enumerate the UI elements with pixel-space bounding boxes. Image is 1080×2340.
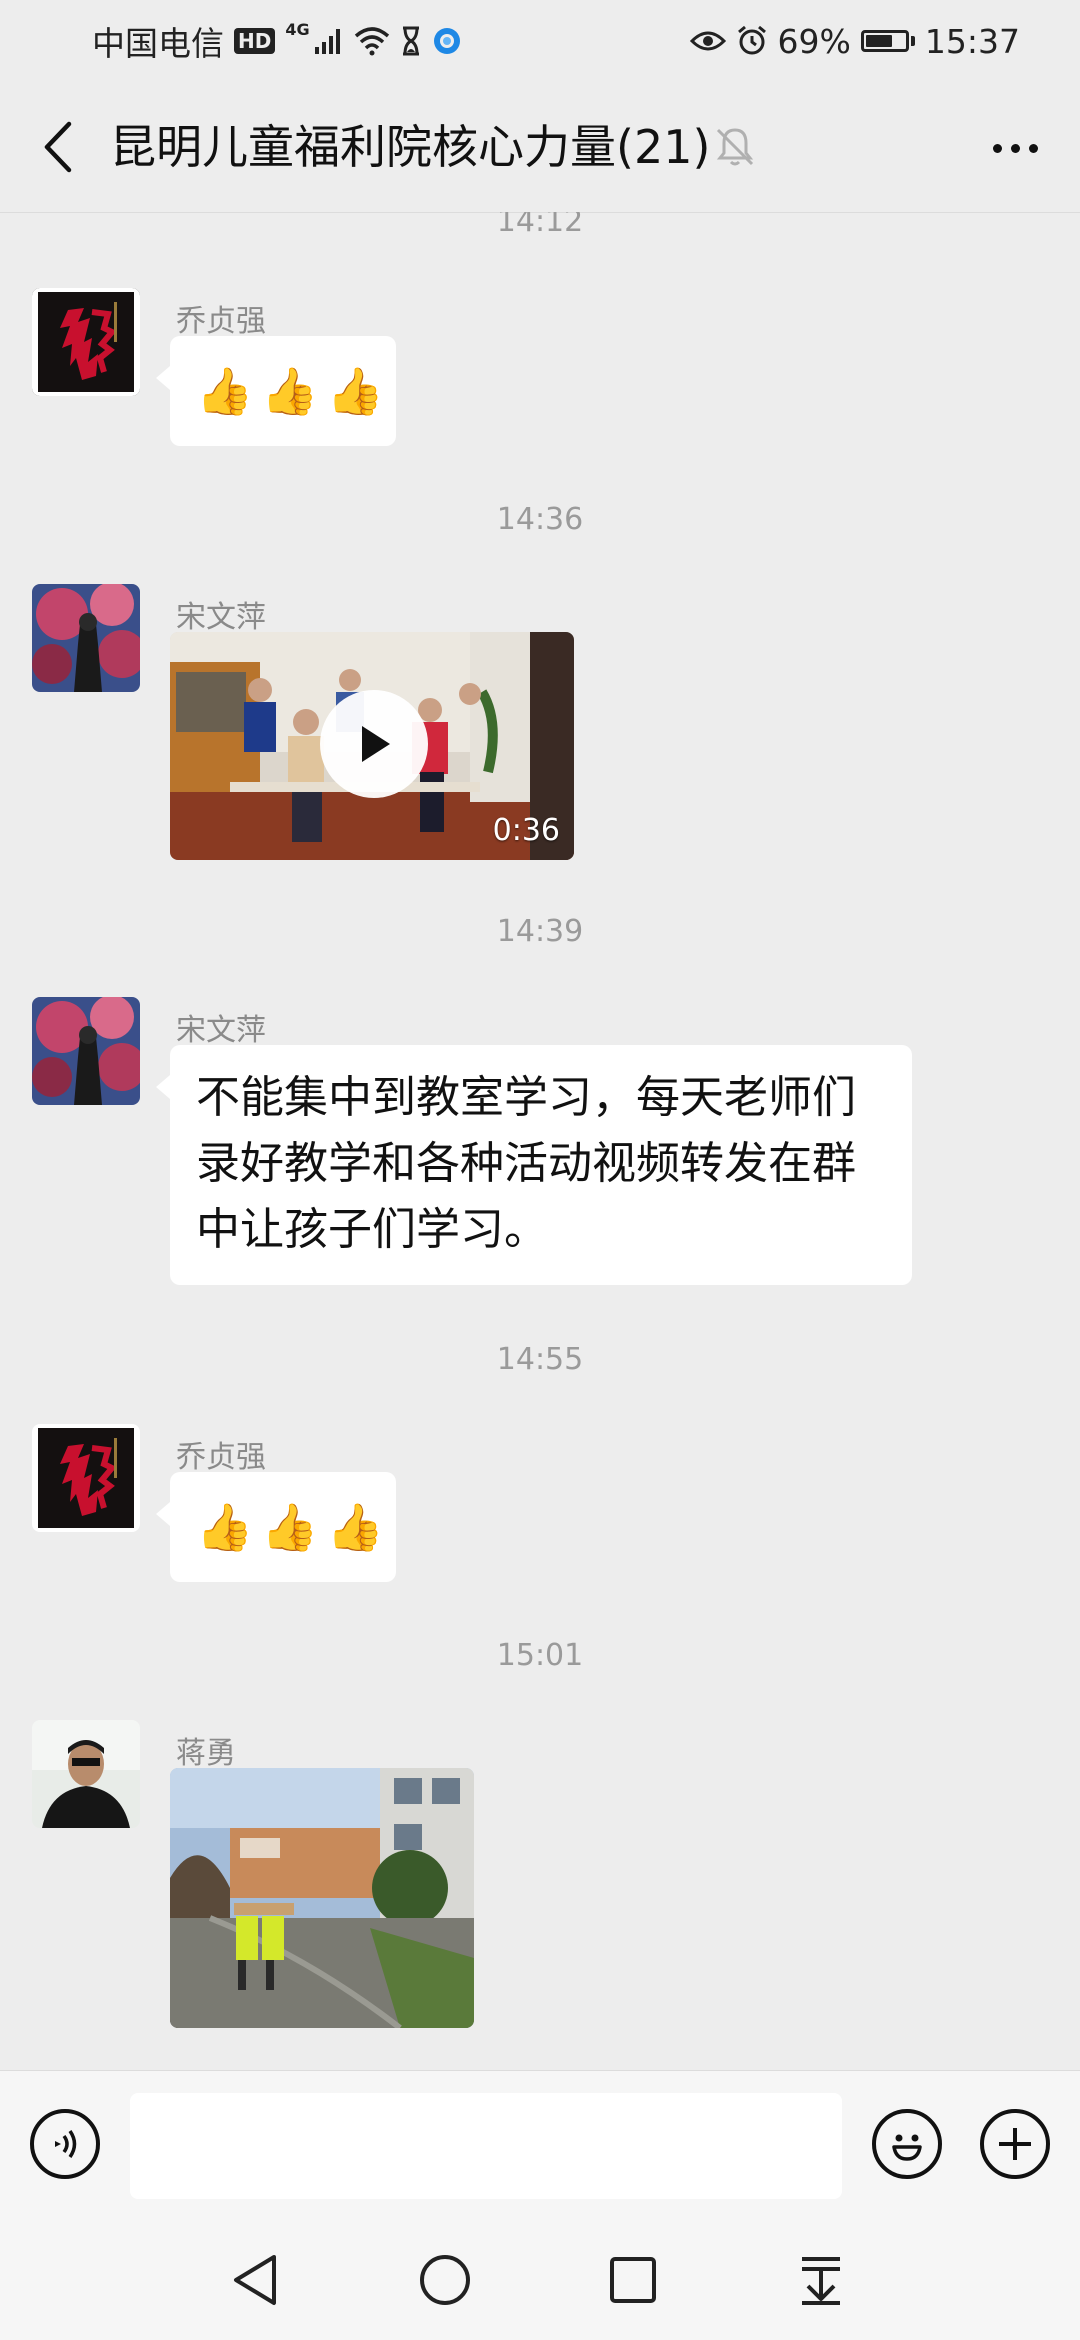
avatar[interactable] <box>32 997 140 1105</box>
bell-off-icon <box>712 124 758 170</box>
emoji-button[interactable] <box>872 2109 942 2179</box>
smiley-face-icon <box>892 2134 922 2161</box>
message-text-line: 不能集中到教室学习，每天老师们 <box>196 1072 856 1123</box>
chat-input-bar <box>0 2070 1080 2221</box>
status-left: 中国电信 HD 4G <box>92 18 462 64</box>
video-duration: 0:36 <box>492 813 560 848</box>
video-message[interactable]: 0:36 <box>170 632 574 860</box>
chat-title: 昆明儿童福利院核心力量(21) <box>110 120 711 174</box>
battery-percent: 69% <box>777 21 851 61</box>
avatar[interactable] <box>32 584 140 692</box>
wifi-icon <box>354 27 389 56</box>
avatar[interactable] <box>32 1720 140 1828</box>
pull-down-icon <box>802 2257 840 2305</box>
message-list[interactable]: 14:12 乔贞强 👍 👍 👍 14:36 宋文萍 0:36 14:39 宋文萍… <box>0 212 1080 2070</box>
emoji-message-bubble[interactable]: 👍 👍 👍 <box>156 336 396 446</box>
nav-recents-button[interactable] <box>598 2248 668 2312</box>
nav-home-button[interactable] <box>410 2248 480 2312</box>
timestamp: 14:55 <box>496 1342 584 1377</box>
play-button[interactable] <box>320 690 428 798</box>
alarm-icon <box>737 25 766 55</box>
emoji-message-bubble[interactable]: 👍 👍 👍 <box>156 1472 396 1582</box>
text-message-bubble[interactable]: 不能集中到教室学习，每天老师们 录好教学和各种活动视频转发在群 中让孩子们学习。 <box>156 1045 912 1285</box>
battery-icon <box>860 30 915 52</box>
thumbs-up-icon: 👍 <box>326 1499 384 1554</box>
more-options-button[interactable] <box>980 118 1050 178</box>
timestamp: 14:39 <box>496 914 584 949</box>
voice-input-icon <box>55 2130 77 2158</box>
add-circle-icon <box>999 2128 1031 2160</box>
thumbs-up-icon: 👍 <box>196 1499 254 1554</box>
play-icon <box>362 726 390 762</box>
system-navigation-bar <box>0 2220 1080 2340</box>
carrier-label: 中国电信 <box>92 24 224 63</box>
more-horizontal-icon <box>992 143 1002 153</box>
sender-name: 宋文萍 <box>176 600 266 635</box>
timestamp: 14:36 <box>496 502 584 537</box>
status-right: 69% 15:37 <box>689 18 1020 64</box>
avatar[interactable] <box>32 1424 140 1532</box>
voice-input-button[interactable] <box>30 2109 100 2179</box>
sender-name: 乔贞强 <box>176 1440 266 1475</box>
thumbs-up-icon: 👍 <box>261 363 319 418</box>
clock-time: 15:37 <box>924 21 1020 61</box>
sender-name: 蒋勇 <box>176 1736 236 1771</box>
thumbs-up-icon: 👍 <box>261 1499 319 1554</box>
back-button[interactable] <box>28 114 88 180</box>
nav-notifications-button[interactable] <box>786 2248 856 2312</box>
chevron-left-icon <box>44 121 72 173</box>
image-message[interactable] <box>170 1768 474 2028</box>
status-bar: 中国电信 HD 4G 69% 15:37 <box>0 0 1080 82</box>
sender-name: 乔贞强 <box>176 304 266 339</box>
timestamp: 14:12 <box>496 212 584 239</box>
timestamp: 15:01 <box>496 1638 584 1673</box>
more-functions-button[interactable] <box>980 2109 1050 2179</box>
thumbs-up-icon: 👍 <box>326 363 384 418</box>
thumbs-up-icon: 👍 <box>196 363 254 418</box>
triangle-back-icon <box>234 2255 276 2305</box>
circle-home-icon <box>420 2255 470 2305</box>
sender-name: 宋文萍 <box>176 1013 266 1048</box>
hourglass-icon <box>402 26 419 56</box>
square-recents-icon <box>610 2257 656 2303</box>
app-notification-icon <box>433 28 460 54</box>
avatar[interactable] <box>32 288 140 396</box>
message-text-line: 中让孩子们学习。 <box>196 1204 548 1255</box>
signal-icon <box>314 29 340 54</box>
eye-icon <box>689 31 726 51</box>
photo-thumbnail <box>170 1768 474 2028</box>
nav-back-button[interactable] <box>220 2248 290 2312</box>
chat-header: 昆明儿童福利院核心力量(21) <box>0 82 1080 213</box>
hd-badge: HD <box>234 28 276 54</box>
network-type-label: 4G <box>285 20 310 39</box>
message-input[interactable] <box>130 2093 842 2199</box>
message-text-line: 录好教学和各种活动视频转发在群 <box>196 1138 856 1189</box>
